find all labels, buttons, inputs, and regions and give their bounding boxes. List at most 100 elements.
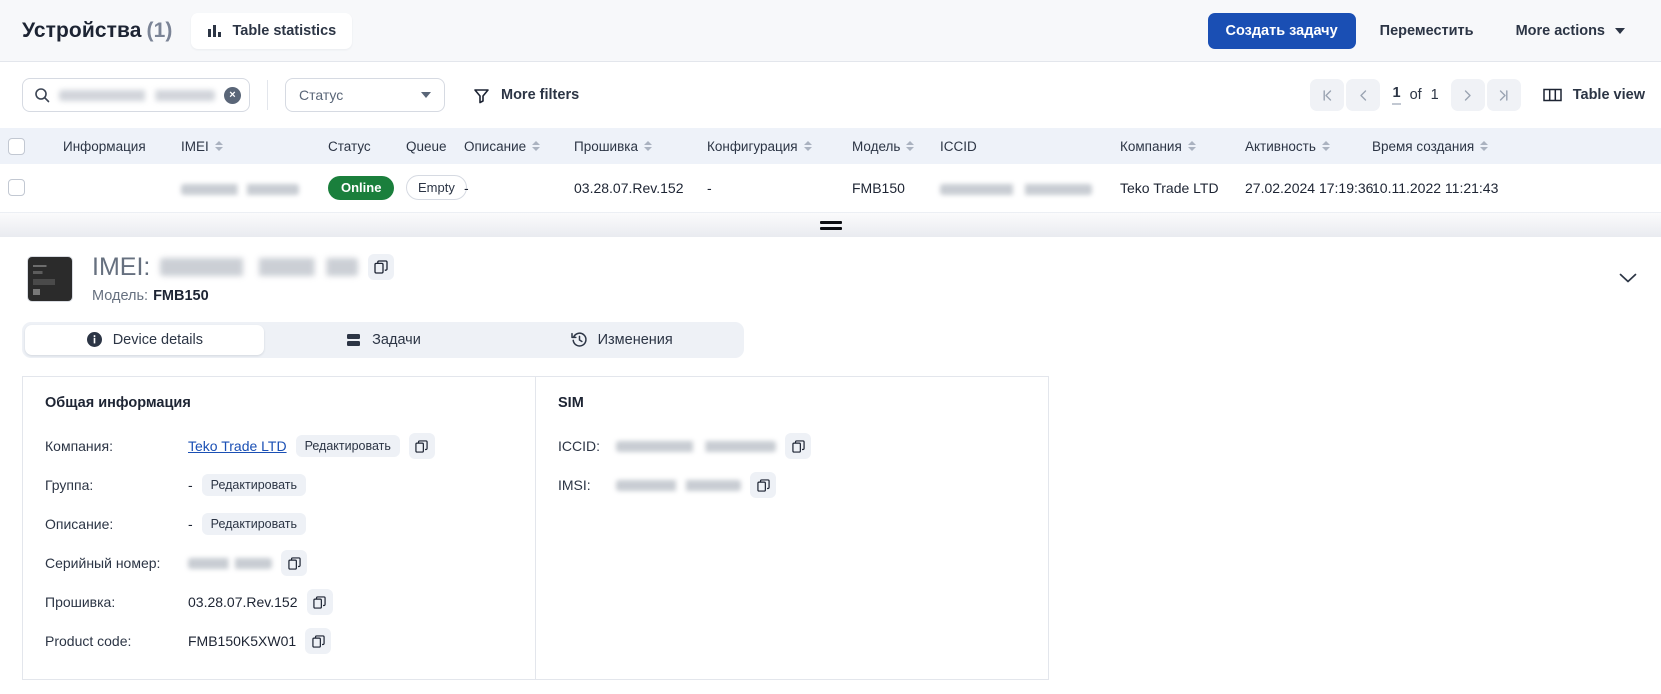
page-of-label: of: [1409, 87, 1422, 103]
more-actions-button[interactable]: More actions: [1498, 13, 1643, 49]
model-value: FMB150: [153, 287, 209, 304]
device-identity: IMEI: Модель: FMB150: [92, 253, 395, 304]
column-header-activity[interactable]: Активность: [1237, 128, 1364, 164]
sort-icon: [1321, 141, 1330, 151]
detail-cards: Общая информация Компания: Teko Trade LT…: [22, 375, 1049, 680]
edit-description-button[interactable]: Редактировать: [201, 513, 307, 535]
current-page-input[interactable]: 1: [1392, 85, 1401, 105]
columns-icon: [1542, 87, 1562, 103]
table-header-row: Информация IMEI Статус Queue Описание Пр…: [0, 128, 1661, 164]
column-header-configuration[interactable]: Конфигурация: [699, 128, 844, 164]
table-row[interactable]: Online Empty - 03.28.07.Rev.152 - FMB150…: [0, 164, 1661, 212]
cell-configuration: -: [707, 179, 712, 196]
table-view-button[interactable]: Table view: [1542, 87, 1645, 103]
copy-product-code-button[interactable]: [305, 628, 332, 654]
filter-toolbar: × Статус More filters 1 of 1 Table view: [0, 62, 1661, 128]
toolbar-divider: [267, 80, 268, 110]
row-value: [616, 472, 776, 498]
row-group: Группа: - Редактировать: [45, 466, 535, 505]
imei-line: IMEI:: [92, 253, 395, 282]
column-header-queue[interactable]: Queue: [398, 128, 456, 164]
row-imsi: IMSI:: [558, 466, 1048, 505]
next-page-button[interactable]: [1450, 79, 1485, 111]
prev-page-button[interactable]: [1346, 79, 1381, 111]
cell-queue: Empty: [398, 164, 467, 212]
select-all-checkbox[interactable]: [8, 137, 25, 155]
tab-label: Задачи: [372, 331, 421, 348]
redacted-iccid: [940, 183, 1092, 195]
device-detail-header: IMEI: Модель: FMB150: [0, 237, 1661, 304]
copy-firmware-button[interactable]: [306, 589, 333, 615]
page-title-count: (1): [146, 18, 173, 42]
copy-serial-number-button[interactable]: [281, 550, 307, 576]
copy-imsi-button[interactable]: [750, 472, 776, 498]
cell-created: 10.11.2022 11:21:43: [1372, 179, 1499, 196]
column-header-model[interactable]: Модель: [844, 128, 932, 164]
queue-chip: Empty: [406, 175, 467, 201]
clear-search-icon[interactable]: ×: [224, 86, 241, 104]
column-header-company[interactable]: Компания: [1112, 128, 1237, 164]
more-filters-label: More filters: [501, 87, 580, 103]
column-header-info[interactable]: Информация: [55, 128, 173, 164]
copy-company-button[interactable]: [408, 433, 435, 459]
status-badge: Online: [328, 175, 395, 200]
status-filter-label: Статус: [299, 87, 344, 103]
column-header-imei[interactable]: IMEI: [173, 128, 320, 164]
serial-number-redacted: [188, 557, 272, 569]
create-task-button[interactable]: Создать задачу: [1207, 12, 1356, 49]
tasks-icon: [345, 331, 362, 348]
redacted-imei: [181, 183, 299, 195]
status-filter-select[interactable]: Статус: [285, 78, 445, 112]
table-statistics-label: Table statistics: [232, 22, 337, 39]
page-title: Устройства (1): [22, 19, 173, 43]
tab-tasks[interactable]: Задачи: [264, 325, 503, 355]
company-link[interactable]: Teko Trade LTD: [188, 438, 287, 454]
row-label: Компания:: [45, 438, 113, 454]
collapse-panel-chevron-icon[interactable]: [1617, 267, 1639, 289]
description-value: -: [188, 516, 193, 532]
cell-status: Online: [320, 164, 398, 212]
tab-device-details[interactable]: Device details: [25, 324, 264, 355]
drag-handle-icon[interactable]: [819, 220, 842, 230]
row-label: ICCID:: [558, 438, 600, 454]
move-button[interactable]: Переместить: [1362, 13, 1492, 49]
column-header-iccid[interactable]: ICCID: [932, 128, 1112, 164]
first-page-button[interactable]: [1310, 79, 1345, 111]
column-header-status[interactable]: Статус: [320, 128, 398, 164]
device-thumbnail: [28, 256, 72, 301]
sim-card: SIM ICCID: IMSI:: [535, 376, 1048, 679]
copy-iccid-button[interactable]: [785, 433, 811, 459]
cell-description: -: [464, 179, 469, 196]
row-label: Описание:: [45, 516, 114, 532]
info-icon: [86, 331, 103, 348]
edit-group-button[interactable]: Редактировать: [201, 474, 307, 496]
table-view-label: Table view: [1572, 87, 1645, 103]
row-label: Серийный номер:: [45, 555, 161, 571]
select-all-header: [0, 128, 55, 164]
history-icon: [570, 331, 588, 348]
panel-splitter[interactable]: [0, 212, 1661, 237]
row-checkbox[interactable]: [8, 179, 25, 197]
total-pages: 1: [1430, 87, 1439, 103]
model-line: Модель: FMB150: [92, 288, 394, 304]
chevron-down-icon: [421, 92, 431, 98]
imsi-redacted: [616, 479, 741, 491]
more-actions-label: More actions: [1515, 22, 1605, 39]
row-company: Компания: Teko Trade LTD Редактировать: [45, 427, 535, 466]
copy-imei-button[interactable]: [368, 254, 395, 280]
search-input[interactable]: ×: [22, 78, 250, 112]
cell-info: [55, 164, 173, 212]
cell-iccid: [932, 164, 1112, 212]
column-header-description[interactable]: Описание: [456, 128, 566, 164]
tab-label: Device details: [112, 331, 203, 348]
more-filters-button[interactable]: More filters: [473, 87, 579, 104]
column-header-firmware[interactable]: Прошивка: [566, 128, 699, 164]
table-statistics-button[interactable]: Table statistics: [190, 12, 353, 49]
column-label: Модель: [852, 138, 901, 154]
cell-company: Teko Trade LTD: [1120, 179, 1219, 196]
column-header-created[interactable]: Время создания: [1364, 128, 1661, 164]
row-label: Product code:: [45, 633, 132, 649]
edit-company-button[interactable]: Редактировать: [295, 435, 400, 457]
last-page-button[interactable]: [1486, 79, 1521, 111]
tab-changes[interactable]: Изменения: [502, 325, 741, 355]
